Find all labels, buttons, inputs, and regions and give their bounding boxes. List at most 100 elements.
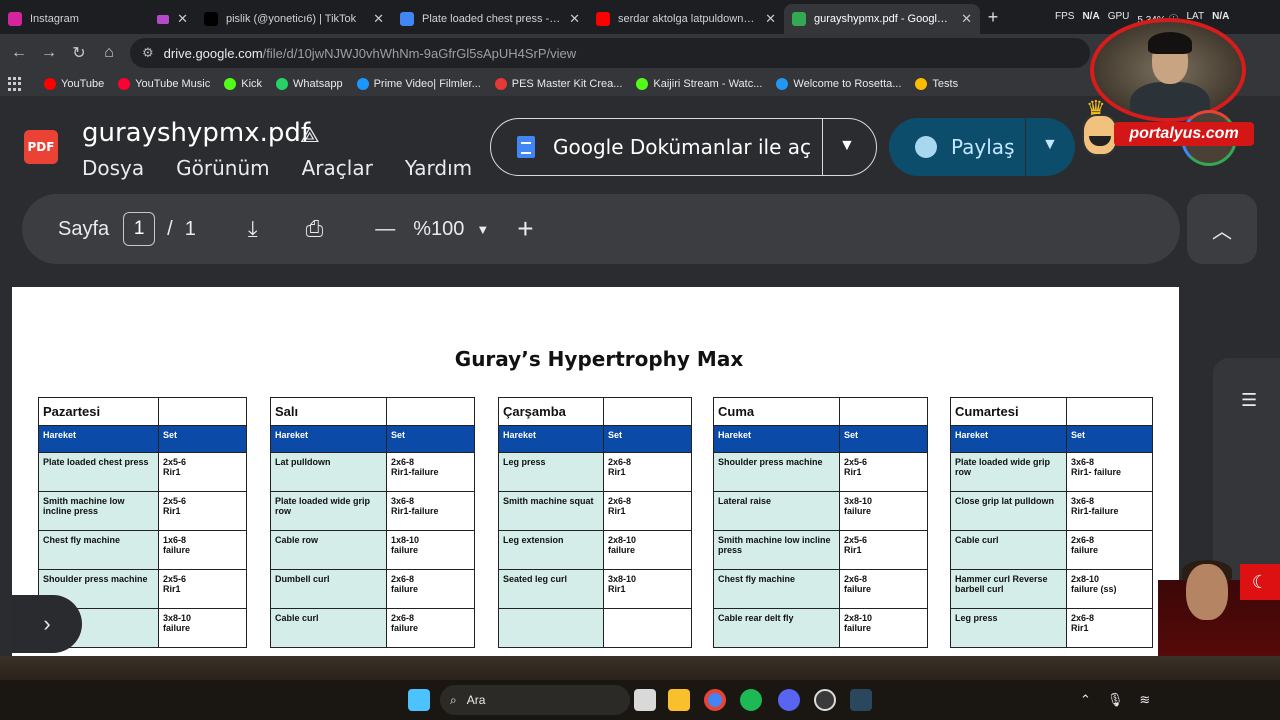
share-chevron-down-icon[interactable]: ▼ [1042, 136, 1058, 154]
page-separator: / [167, 217, 173, 240]
add-shortcut-icon[interactable]: ⟁ [300, 122, 320, 148]
file-explorer-icon[interactable] [668, 689, 690, 711]
menu-item[interactable]: Yardım [405, 156, 472, 180]
tab-close-icon[interactable]: ✕ [961, 11, 972, 27]
table-row: Seated leg curl 3x8-10 Rir1 [498, 569, 692, 609]
tab-title: serdar aktolga latpuldown - You [618, 13, 758, 25]
open-with-button[interactable]: Google Dokümanlar ile aç ▼ [490, 118, 877, 176]
steam-icon[interactable] [850, 689, 872, 711]
bookmark-item[interactable]: Kaijiri Stream - Watc... [636, 78, 762, 90]
table-row: Shoulder press machine 2x5-6 Rir1 [713, 452, 928, 492]
chevron-down-icon[interactable]: ▼ [839, 137, 855, 155]
gpu-label: GPU [1107, 11, 1130, 22]
bookmark-icon [494, 78, 507, 90]
chrome-icon[interactable] [704, 689, 726, 711]
exercise-cell: Hammer curl Reverse barbell curl [950, 569, 1067, 609]
tab-close-icon[interactable]: ✕ [765, 11, 776, 27]
exercise-cell: Smith machine low incline press [38, 491, 159, 531]
zoom-out-button[interactable]: — [375, 218, 395, 241]
document-title: Guray’s Hypertrophy Max [454, 347, 744, 371]
zoom-level[interactable]: %100 [413, 218, 464, 241]
expand-panel-button[interactable]: › [12, 595, 82, 653]
column-header-set: Set [386, 425, 475, 453]
obs-icon[interactable] [814, 689, 836, 711]
exercise-cell: Cable rear delt fly [713, 608, 840, 648]
share-divider [1025, 118, 1026, 176]
address-bar[interactable]: ⚙ drive.google.com/file/d/10jwNJWJ0vhWhN… [130, 38, 1090, 68]
search-icon: ⌕ [450, 692, 457, 707]
column-header-set: Set [1066, 425, 1153, 453]
table-row: Lateral raise 3x8-10 failure [713, 491, 928, 531]
bookmark-item[interactable]: YouTube [44, 78, 104, 90]
chevron-up-tray-icon[interactable]: ⌃ [1080, 692, 1091, 708]
tab-title: Plate loaded chest press - Goog [422, 13, 561, 25]
spotify-icon[interactable] [740, 689, 762, 711]
microphone-icon[interactable]: 🎙 [1107, 692, 1124, 708]
zoom-in-button[interactable]: + [517, 213, 533, 245]
taskbar-search[interactable]: ⌕ Ara [440, 685, 630, 715]
set-line: failure [163, 545, 191, 555]
exercise-cell: Cable curl [950, 530, 1067, 570]
bookmark-icon [915, 78, 928, 90]
page-label: Sayfa [58, 217, 110, 240]
tab-1[interactable]: pislik (@yoneticı6) | TikTok ✕ [196, 4, 392, 34]
windows-start-icon[interactable] [408, 689, 430, 711]
wifi-icon[interactable]: ≋ [1139, 692, 1150, 708]
bookmark-item[interactable]: YouTube Music [118, 78, 210, 90]
set-line: 2x6-8 [391, 574, 415, 584]
set-line: 2x6-8 [391, 457, 415, 467]
day-table: Cuma Hareket Set Shoulder press machine 2x5-… [713, 397, 928, 648]
tab-close-icon[interactable]: ✕ [373, 11, 384, 27]
download-icon[interactable]: ⤓ [248, 216, 258, 242]
menu-item[interactable]: Dosya [82, 156, 144, 180]
zoom-chevron-down-icon[interactable]: ▼ [476, 222, 489, 237]
bookmark-icon [276, 78, 289, 90]
tab-4[interactable]: gurayshypmx.pdf - Google Driv ✕ [784, 4, 980, 34]
set-line: 1x8-10 [391, 535, 420, 545]
home-icon[interactable]: ⌂ [94, 44, 124, 62]
bookmark-item[interactable]: Whatsapp [276, 78, 343, 90]
collapse-header-button[interactable]: ︿ [1187, 194, 1257, 264]
set-cell: 2x6-8 failure [386, 608, 475, 648]
site-info-icon[interactable]: ⚙ [142, 45, 154, 61]
tab-2[interactable]: Plate loaded chest press - Goog ✕ [392, 4, 588, 34]
tab-0[interactable]: Instagram ✕ [0, 4, 196, 34]
page-number-input[interactable]: 1 [123, 212, 156, 246]
table-row: Plate loaded wide grip row 3x6-8 Rir1-fail… [270, 491, 475, 531]
back-icon[interactable]: ← [4, 44, 34, 62]
exercise-cell [498, 608, 604, 648]
bookmark-item[interactable]: Prime Video| Filmler... [356, 78, 481, 90]
set-line: 1x6-8 [163, 535, 187, 545]
reload-icon[interactable]: ↻ [64, 43, 94, 63]
bookmark-item[interactable]: Kick [224, 78, 262, 90]
table-row: Cable curl 2x6-8 failure [270, 608, 475, 648]
discord-icon[interactable] [778, 689, 800, 711]
set-cell: 2x6-8 Rir1 [1066, 608, 1153, 648]
set-line: Rir1 [608, 584, 626, 594]
new-tab-button[interactable]: + [980, 7, 1006, 28]
print-icon[interactable]: ⎙ [306, 216, 324, 242]
column-header-move: Hareket [950, 425, 1067, 453]
tab-media-icon[interactable] [157, 14, 170, 24]
forward-icon[interactable]: → [34, 44, 64, 62]
tab-close-icon[interactable]: ✕ [177, 11, 188, 27]
bookmark-item[interactable]: PES Master Kit Crea... [494, 78, 622, 90]
menu-item[interactable]: Araçlar [302, 156, 373, 180]
exercise-cell: Smith machine low incline press [713, 530, 840, 570]
bookmark-item[interactable]: Tests [915, 78, 958, 90]
tab-close-icon[interactable]: ✕ [569, 11, 580, 27]
menu-item[interactable]: Görünüm [176, 156, 269, 180]
share-button[interactable]: Paylaş ▼ [889, 118, 1075, 176]
apps-grid-icon[interactable] [8, 77, 22, 91]
set-cell: 2x5-6 Rir1 [839, 530, 928, 570]
list-icon[interactable]: ☰ [1241, 390, 1257, 411]
set-line: failure [163, 623, 191, 633]
set-line: Rir1-failure [1071, 506, 1119, 516]
exercise-cell: Plate loaded chest press [38, 452, 159, 492]
set-line: Rir1 [844, 545, 862, 555]
set-cell: 1x6-8 failure [158, 530, 247, 570]
bookmark-item[interactable]: Welcome to Rosetta... [776, 78, 901, 90]
tab-3[interactable]: serdar aktolga latpuldown - You ✕ [588, 4, 784, 34]
task-view-icon[interactable] [634, 689, 656, 711]
exercise-cell: Leg press [498, 452, 604, 492]
